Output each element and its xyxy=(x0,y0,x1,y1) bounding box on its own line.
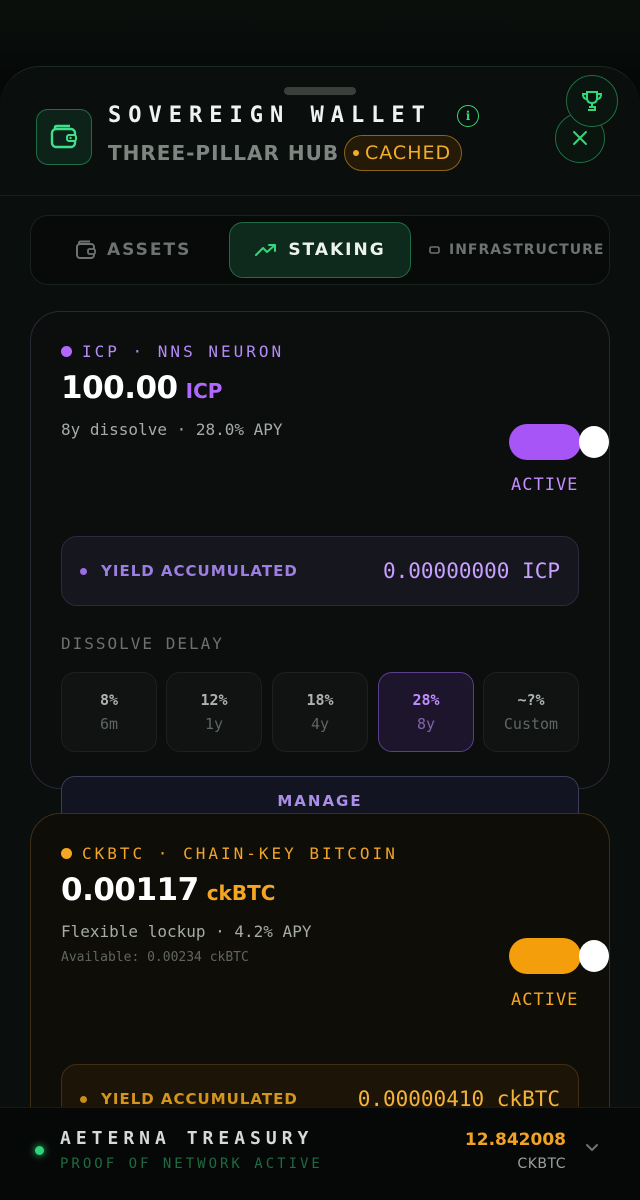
cached-dot-icon xyxy=(353,150,359,156)
icp-detail: 8y dissolve · 28.0% APY xyxy=(61,420,283,439)
delay-option-duration: 1y xyxy=(204,715,224,733)
treasury-subtitle: PROOF OF NETWORK ACTIVE xyxy=(60,1156,323,1172)
trophy-icon xyxy=(581,91,603,111)
ckbtc-card-kicker: CKBTC · CHAIN-KEY BITCOIN xyxy=(61,844,398,863)
ckbtc-status-label: ACTIVE xyxy=(511,990,579,1010)
ckbtc-amount-unit: ckBTC xyxy=(206,881,276,905)
icp-active-toggle[interactable] xyxy=(509,424,609,460)
delay-option-duration: 8y xyxy=(416,715,436,733)
ckbtc-amount: 0.00117 ckBTC xyxy=(61,872,275,908)
ckbtc-toggle-knob xyxy=(579,940,609,972)
delay-option-pct: 8% xyxy=(99,691,119,709)
ckbtc-kicker-text: CKBTC · CHAIN-KEY BITCOIN xyxy=(82,844,398,863)
chevron-down-icon[interactable] xyxy=(584,1142,600,1154)
tab-staking-label: STAKING xyxy=(288,240,386,260)
delay-option-6m[interactable]: 8% 6m xyxy=(61,672,157,752)
network-status-dot-icon xyxy=(35,1146,44,1155)
wallet-icon xyxy=(76,240,96,259)
icp-yield-dot-icon xyxy=(80,567,87,575)
ckbtc-toggle-track xyxy=(509,938,581,974)
delay-option-duration: 4y xyxy=(310,715,330,733)
icp-yield-label: YIELD ACCUMULATED xyxy=(101,562,298,580)
server-icon xyxy=(429,246,440,254)
delay-option-8y[interactable]: 28% 8y xyxy=(378,672,474,752)
treasury-footer[interactable]: AETERNA TREASURY PROOF OF NETWORK ACTIVE… xyxy=(0,1107,640,1200)
cached-badge-label: CACHED xyxy=(365,142,452,164)
tab-assets[interactable]: ASSETS xyxy=(75,222,191,278)
icp-status-label: ACTIVE xyxy=(511,475,579,495)
ckbtc-available: Available: 0.00234 ckBTC xyxy=(61,950,249,965)
page-title: SOVEREIGN WALLET xyxy=(108,103,432,128)
tab-infrastructure[interactable]: INFRASTRUCTURE xyxy=(429,222,604,278)
treasury-title: AETERNA TREASURY xyxy=(60,1128,314,1149)
icp-toggle-knob xyxy=(579,426,609,458)
wallet-sheet: SOVEREIGN WALLET i THREE-PILLAR HUB CACH… xyxy=(0,66,640,1200)
ckbtc-yield-label: YIELD ACCUMULATED xyxy=(101,1090,298,1108)
tab-infrastructure-label: INFRASTRUCTURE xyxy=(449,242,605,258)
page-subtitle: THREE-PILLAR HUB xyxy=(108,141,340,165)
tab-assets-label: ASSETS xyxy=(107,240,192,260)
icp-amount-value: 100.00 xyxy=(61,370,178,406)
ckbtc-detail: Flexible lockup · 4.2% APY xyxy=(61,922,312,941)
trend-up-icon xyxy=(255,244,277,256)
treasury-unit: CKBTC xyxy=(517,1156,566,1172)
icp-kicker-text: ICP · NNS NEURON xyxy=(82,342,285,361)
delay-option-pct: 12% xyxy=(200,691,228,709)
delay-option-duration: 6m xyxy=(99,715,119,733)
cached-status-badge: CACHED xyxy=(344,135,463,171)
ckbtc-yield-dot-icon xyxy=(80,1095,87,1103)
icp-card-kicker: ICP · NNS NEURON xyxy=(61,342,284,361)
info-icon[interactable]: i xyxy=(457,105,479,127)
icp-amount-unit: ICP xyxy=(185,379,223,403)
wallet-logo-icon xyxy=(36,109,92,165)
delay-option-custom[interactable]: ~?% Custom xyxy=(483,672,579,752)
icp-yield-box: YIELD ACCUMULATED 0.00000000 ICP xyxy=(61,536,579,606)
icp-amount: 100.00 ICP xyxy=(61,370,222,406)
delay-option-pct: 18% xyxy=(306,691,334,709)
delay-option-pct: 28% xyxy=(412,691,440,709)
ckbtc-active-toggle[interactable] xyxy=(509,938,609,974)
delay-option-4y[interactable]: 18% 4y xyxy=(272,672,368,752)
tab-bar: ASSETS STAKING INFRASTRUCTURE xyxy=(30,215,610,285)
header-divider xyxy=(0,195,640,196)
icp-yield-value: 0.00000000 ICP xyxy=(382,559,560,583)
icp-toggle-track xyxy=(509,424,581,460)
trophy-button[interactable] xyxy=(566,75,618,127)
icp-staking-card: ICP · NNS NEURON 100.00 ICP 8y dissolve … xyxy=(30,311,610,826)
dissolve-delay-label: DISSOLVE DELAY xyxy=(61,634,224,653)
delay-option-pct: ~?% xyxy=(517,691,545,709)
tab-staking[interactable]: STAKING xyxy=(229,222,411,278)
treasury-amount: 12.842008 xyxy=(464,1130,566,1150)
icp-dot-icon xyxy=(61,346,72,357)
drag-handle[interactable] xyxy=(284,87,356,95)
ckbtc-dot-icon xyxy=(61,848,72,859)
close-icon xyxy=(573,131,587,145)
delay-option-duration: Custom xyxy=(503,715,559,733)
delay-option-1y[interactable]: 12% 1y xyxy=(166,672,262,752)
dissolve-delay-options: 8% 6m 12% 1y 18% 4y 28% 8y ~?% Custom xyxy=(61,672,579,752)
ckbtc-amount-value: 0.00117 xyxy=(61,872,199,908)
